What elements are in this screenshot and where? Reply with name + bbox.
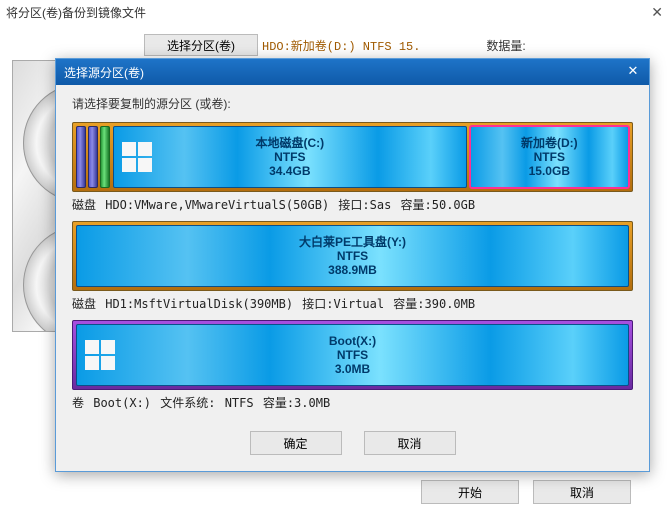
disk-group: Boot(X:) NTFS 3.0MB 卷 Boot(X:) 文件系统: NTF…	[72, 320, 633, 411]
partition-label: Boot(X:)	[329, 334, 376, 348]
partition-size: 34.4GB	[269, 164, 310, 178]
select-source-dialog: 选择源分区(卷) ✕ 请选择要复制的源分区 (或卷): 本地磁盘(C:) NTF…	[55, 58, 650, 472]
partition-label: 本地磁盘(C:)	[255, 136, 324, 150]
close-icon[interactable]: ✕	[651, 4, 663, 21]
partition-d[interactable]: 新加卷(D:) NTFS 15.0GB	[470, 126, 629, 188]
partition-label: 新加卷(D:)	[521, 136, 578, 150]
dialog-title: 选择源分区(卷)	[64, 64, 144, 81]
disk-group: 大白莱PE工具盘(Y:) NTFS 388.9MB 磁盘 HD1:MsftVir…	[72, 221, 633, 312]
partition-size: 15.0GB	[529, 164, 570, 178]
window-title: 将分区(卷)备份到镜像文件	[6, 4, 146, 21]
windows-icon	[85, 340, 115, 370]
start-button[interactable]: 开始	[421, 480, 519, 504]
dialog-close-icon[interactable]: ✕	[625, 64, 641, 80]
partition-c[interactable]: 本地磁盘(C:) NTFS 34.4GB	[113, 126, 467, 188]
disk-meta: 卷 Boot(X:) 文件系统: NTFS 容量:3.0MB	[72, 394, 633, 411]
partition-y[interactable]: 大白莱PE工具盘(Y:) NTFS 388.9MB	[76, 225, 629, 287]
ok-button[interactable]: 确定	[250, 431, 342, 455]
partition-fs: NTFS	[534, 150, 565, 164]
partition-size: 3.0MB	[335, 362, 370, 376]
data-size-label: 数据量:	[486, 37, 525, 54]
disk-group: 本地磁盘(C:) NTFS 34.4GB 新加卷(D:) NTFS 15.0GB…	[72, 122, 633, 213]
partition-size: 388.9MB	[328, 263, 377, 277]
partition-info: HDO:新加卷(D:) NTFS 15.	[262, 37, 420, 54]
partition-fs: NTFS	[337, 348, 368, 362]
select-partition-button[interactable]: 选择分区(卷)	[144, 34, 258, 56]
windows-icon	[122, 142, 152, 172]
partition-x[interactable]: Boot(X:) NTFS 3.0MB	[76, 324, 629, 386]
disk-meta: 磁盘 HDO:VMware,VMwareVirtualS(50GB) 接口:Sa…	[72, 196, 633, 213]
partition-fs: NTFS	[274, 150, 305, 164]
reserved-stripes	[76, 126, 110, 188]
cancel-button[interactable]: 取消	[533, 480, 631, 504]
disk-meta: 磁盘 HD1:MsftVirtualDisk(390MB) 接口:Virtual…	[72, 295, 633, 312]
dialog-cancel-button[interactable]: 取消	[364, 431, 456, 455]
dialog-prompt: 请选择要复制的源分区 (或卷):	[72, 95, 633, 112]
partition-fs: NTFS	[337, 249, 368, 263]
partition-label: 大白莱PE工具盘(Y:)	[299, 235, 406, 249]
